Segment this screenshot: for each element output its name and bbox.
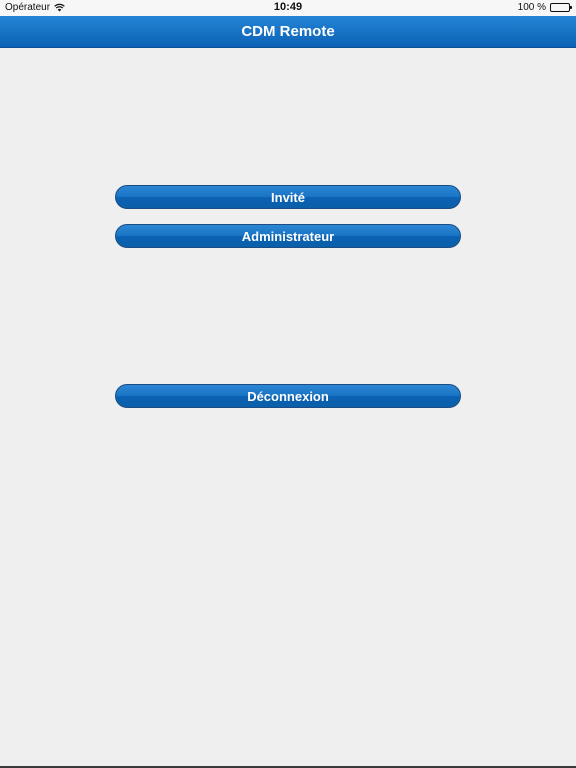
logout-button[interactable]: Déconnexion <box>115 384 461 408</box>
page-title: CDM Remote <box>241 23 335 40</box>
administrator-button[interactable]: Administrateur <box>115 224 461 248</box>
guest-button[interactable]: Invité <box>115 185 461 209</box>
status-bar: Opérateur 10:49 100 % <box>0 0 576 16</box>
battery-icon <box>550 3 572 12</box>
battery-percent: 100 % <box>517 2 546 13</box>
main-content: Invité Administrateur Déconnexion <box>0 48 576 768</box>
battery-group: 100 % <box>517 2 572 13</box>
status-time: 10:49 <box>273 1 303 13</box>
navigation-bar: CDM Remote <box>0 16 576 48</box>
